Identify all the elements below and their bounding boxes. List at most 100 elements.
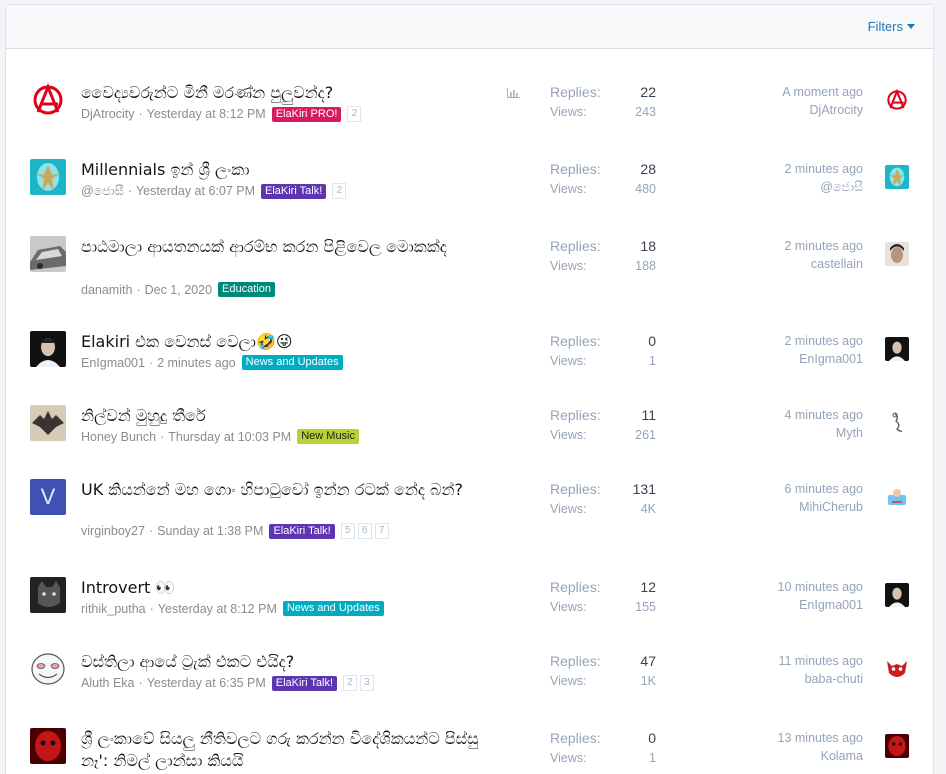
filters-label: Filters (867, 19, 903, 34)
thread-date[interactable]: Yesterday at 6:35 PM (147, 676, 266, 690)
last-poster[interactable]: Myth (836, 426, 863, 440)
thread-author[interactable]: danamith (81, 283, 132, 297)
replies-label: Replies: (550, 730, 601, 746)
thread-title[interactable]: වස්තිලා ආයේ ට්‍රැක් එකට එයිද? (81, 651, 501, 673)
thread-meta: Aluth Eka · Yesterday at 6:35 PM ElaKiri T… (81, 675, 377, 691)
thread-author[interactable]: rithik_putha (81, 602, 146, 616)
thread-author[interactable]: Aluth Eka (81, 676, 135, 690)
last-poster-avatar[interactable] (885, 657, 909, 681)
last-post-time[interactable]: 10 minutes ago (778, 580, 863, 594)
views-label: Views: (550, 182, 587, 196)
page-links: 2 (347, 106, 364, 122)
devil-mask-icon (885, 657, 909, 681)
thread-tag[interactable]: ElaKiri PRO! (271, 106, 342, 122)
thread-date[interactable]: Thursday at 10:03 PM (168, 430, 291, 444)
thread-date[interactable]: Sunday at 1:38 PM (157, 524, 263, 538)
last-poster[interactable]: EnIgma001 (799, 598, 863, 612)
page-link[interactable]: 3 (360, 675, 375, 691)
last-post-time[interactable]: 13 minutes ago (778, 731, 863, 745)
last-poster[interactable]: DjAtrocity (810, 103, 863, 117)
thread-date[interactable]: 2 minutes ago (157, 356, 236, 370)
thread-meta: Honey Bunch · Thursday at 10:03 PM New Mus… (81, 429, 360, 444)
thread-date[interactable]: Yesterday at 8:12 PM (158, 602, 277, 616)
avatar[interactable] (30, 82, 66, 118)
views-count: 188 (635, 259, 656, 273)
last-post-time[interactable]: 6 minutes ago (784, 482, 863, 496)
thread-title[interactable]: Millennials ඉන් ශ්‍රී ලංකා (81, 159, 501, 181)
thread-meta: danamith · Dec 1, 2020 Education (81, 282, 275, 297)
last-poster-avatar[interactable] (885, 242, 909, 266)
last-poster-avatar[interactable] (885, 583, 909, 607)
views-label: Views: (550, 428, 587, 442)
page-link[interactable]: 2 (347, 106, 362, 122)
last-poster[interactable]: castellain (811, 257, 863, 271)
thread-title[interactable]: Elakiri එක වෙනස් වෙලා🤣😜 (81, 331, 501, 353)
views-count: 1 (649, 751, 656, 765)
filters-button[interactable]: Filters (868, 19, 915, 34)
thread-date[interactable]: Yesterday at 6:07 PM (136, 184, 255, 198)
thread-tag[interactable]: ElaKiri Talk! (269, 523, 335, 539)
thread-tag[interactable]: News and Updates (282, 601, 384, 616)
avatar[interactable] (30, 651, 66, 687)
last-poster-avatar[interactable] (885, 411, 909, 435)
thread-title[interactable]: Introvert 👀 (81, 577, 501, 599)
page-link[interactable]: 6 (357, 523, 372, 539)
thread-author[interactable]: @ජොසී (81, 184, 124, 199)
page-link[interactable]: 2 (332, 183, 347, 199)
page-link[interactable]: 7 (374, 523, 389, 539)
avatar[interactable] (30, 236, 66, 272)
last-poster-avatar[interactable] (885, 734, 909, 758)
last-poster-avatar[interactable] (885, 165, 909, 189)
last-poster[interactable]: @ජොසී (820, 180, 863, 195)
portrait-icon (885, 583, 909, 607)
views-count: 155 (635, 600, 656, 614)
views-count: 1K (640, 674, 656, 688)
face-photo-icon (885, 242, 909, 266)
thread-author[interactable]: virginboy27 (81, 524, 145, 538)
avatar[interactable] (30, 577, 66, 613)
avatar[interactable] (30, 728, 66, 764)
last-poster[interactable]: MihiCherub (799, 500, 863, 514)
last-poster[interactable]: Kolama (821, 749, 863, 763)
thread-date[interactable]: Yesterday at 8:12 PM (147, 107, 266, 121)
thread-author[interactable]: Honey Bunch (81, 430, 156, 444)
last-poster-avatar[interactable] (885, 88, 909, 112)
thread-meta: rithik_putha · Yesterday at 8:12 PM News a… (81, 601, 384, 616)
car-photo-icon (30, 236, 66, 272)
thread-tag[interactable]: ElaKiri Talk! (261, 183, 327, 199)
thread-tag[interactable]: Education (218, 282, 275, 297)
last-poster[interactable]: baba-chuti (805, 672, 863, 686)
thread-date[interactable]: Dec 1, 2020 (145, 283, 212, 297)
avatar[interactable] (30, 331, 66, 367)
thread-title[interactable]: වෛද්‍යවරුන්ට මිනී මරණ්න පුලුවන්ද? (81, 82, 501, 104)
last-post-time[interactable]: 4 minutes ago (784, 408, 863, 422)
last-post-time[interactable]: 2 minutes ago (784, 162, 863, 176)
thread-tag[interactable]: New Music (297, 429, 360, 444)
last-poster[interactable]: EnIgma001 (799, 352, 863, 366)
replies-count: 28 (640, 161, 656, 177)
page-link[interactable]: 5 (340, 523, 355, 539)
thread-tag[interactable]: News and Updates (241, 355, 343, 370)
letter-avatar: V (40, 484, 56, 509)
thread-title[interactable]: නිල්වන් මුහුදු තීරේ (81, 405, 501, 427)
avatar[interactable]: V (30, 479, 66, 515)
thread-title[interactable]: UK කියන්නේ මහ ගොං හිපාටුවෝ ඉන්න රටක් නේද… (81, 479, 501, 501)
portrait-icon (30, 331, 66, 367)
replies-label: Replies: (550, 407, 601, 423)
last-poster-avatar[interactable] (885, 337, 909, 361)
anarchy-icon (30, 82, 66, 118)
last-post-time[interactable]: 2 minutes ago (784, 334, 863, 348)
last-post-time[interactable]: A moment ago (782, 85, 863, 99)
thread-title[interactable]: පාඨමාලා ආයතනයක් ආරම්භ කරන පිළිවෙල මොකක්ද (81, 236, 501, 258)
last-post-time[interactable]: 2 minutes ago (784, 239, 863, 253)
glow-figure-icon (885, 165, 909, 189)
avatar[interactable] (30, 159, 66, 195)
page-link[interactable]: 2 (343, 675, 358, 691)
last-poster-avatar[interactable] (885, 485, 909, 509)
thread-author[interactable]: EnIgma001 (81, 356, 145, 370)
thread-title[interactable]: ශ්‍රී ලංකාවේ සියලු නීතිවලට ගරු කරන්න විද… (81, 728, 501, 772)
avatar[interactable] (30, 405, 66, 441)
thread-author[interactable]: DjAtrocity (81, 107, 134, 121)
thread-tag[interactable]: ElaKiri Talk! (271, 675, 338, 691)
last-post-time[interactable]: 11 minutes ago (778, 654, 863, 668)
